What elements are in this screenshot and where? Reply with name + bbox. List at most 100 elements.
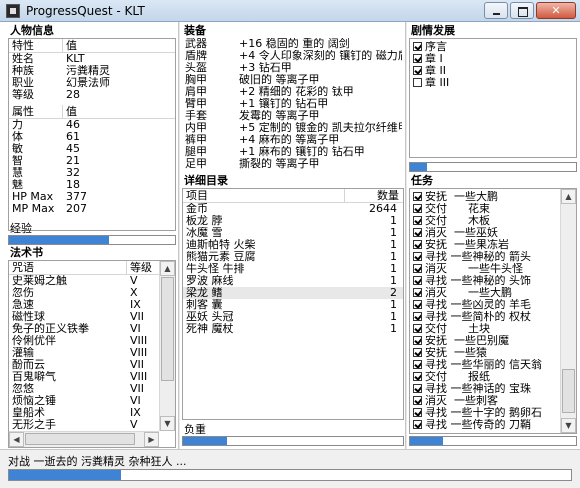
quest-row[interactable]: 寻找 一些传奇的 刀鞘 — [410, 419, 562, 431]
equipment-row[interactable]: 盾牌 +4 令人印象深刻的 镶钉的 磁力盾 — [182, 50, 404, 62]
spell-row[interactable]: 烦恼之锤 VI — [9, 395, 175, 407]
checkbox-checked-icon[interactable] — [413, 252, 422, 261]
value-column-header[interactable]: 值 — [63, 39, 175, 52]
quests-list[interactable]: 安抚 一些大鹏 交付 花束 交付 木板 消灭 一些巫妖 安抚 一些果冻岩 寻找 一些神秘的… — [409, 188, 577, 434]
stat-row[interactable]: 慧 32 — [9, 167, 175, 179]
spell-row[interactable]: 灌输 VIII — [9, 347, 175, 359]
plot-act-row[interactable]: 序言 — [410, 41, 576, 53]
equipment-row[interactable]: 腿甲 +1 麻布的 镶钉的 钻石甲 — [182, 146, 404, 158]
stat-row[interactable]: 体 61 — [9, 131, 175, 143]
checkbox-checked-icon[interactable] — [413, 324, 422, 333]
quest-row[interactable]: 消灭 一些巫妖 — [410, 227, 562, 239]
spellbook-list[interactable]: 咒语 等级 史莱姆之触 V 忽伤 X 急速 IX 磁性球 VII 免子的正义铁拳 VI 伶俐优伴 VI… — [8, 260, 176, 448]
stat-row[interactable]: MP Max 207 — [9, 203, 175, 215]
checkbox-checked-icon[interactable] — [413, 300, 422, 309]
inventory-row[interactable]: 熊猫元素 豆腐 1 — [183, 251, 403, 263]
scroll-up-arrow-icon[interactable]: ▲ — [160, 261, 175, 276]
checkbox-checked-icon[interactable] — [413, 264, 422, 273]
spell-row[interactable]: 免子的正义铁拳 VI — [9, 323, 175, 335]
checkbox-checked-icon[interactable] — [413, 42, 422, 51]
quest-row[interactable]: 寻找 一些华丽的 信天翁 — [410, 359, 562, 371]
inventory-row[interactable]: 梁龙 鳍 2 — [183, 287, 403, 299]
checkbox-checked-icon[interactable] — [413, 276, 422, 285]
stat-row[interactable]: 力 46 — [9, 119, 175, 131]
inventory-row[interactable]: 罗波 麻线 1 — [183, 275, 403, 287]
equipment-row[interactable]: 臂甲 +1 镶钉的 钻石甲 — [182, 98, 404, 110]
checkbox-checked-icon[interactable] — [413, 288, 422, 297]
spell-row[interactable]: 磁性球 VII — [9, 311, 175, 323]
spell-row[interactable]: 无形之手 V — [9, 419, 175, 431]
character-list[interactable]: 特性 值 姓名 KLT 种族 污粪精灵 职业 幻景法师 等级 28 属性 值 力 46 体 61 敏 4… — [8, 38, 176, 231]
checkbox-checked-icon[interactable] — [413, 420, 422, 429]
maximize-button[interactable] — [510, 2, 534, 19]
scroll-thumb[interactable] — [161, 277, 174, 381]
checkbox-checked-icon[interactable] — [413, 66, 422, 75]
inventory-list[interactable]: 项目 数量 金币 2644 板龙 脖 1 冰魔 雪 1 迪斯帕特 火柴 1 熊猫元素 豆腐 1 牛头… — [182, 188, 404, 420]
plot-act-row[interactable]: 章 I — [410, 53, 576, 65]
checkbox-checked-icon[interactable] — [413, 192, 422, 201]
checkbox-checked-icon[interactable] — [413, 240, 422, 249]
trait-row[interactable]: 职业 幻景法师 — [9, 77, 175, 89]
quest-row[interactable]: 寻找 一些神话的 宝珠 — [410, 383, 562, 395]
checkbox-checked-icon[interactable] — [413, 372, 422, 381]
checkbox-checked-icon[interactable] — [413, 204, 422, 213]
checkbox-checked-icon[interactable] — [413, 336, 422, 345]
trait-row[interactable]: 姓名 KLT — [9, 53, 175, 65]
quest-row[interactable]: 交付 报纸 — [410, 371, 562, 383]
inventory-row[interactable]: 牛头怪 牛排 1 — [183, 263, 403, 275]
quest-row[interactable]: 安抚 一些大鹏 — [410, 191, 562, 203]
spell-column-header[interactable]: 咒语 — [9, 261, 127, 274]
spellbook-hscrollbar[interactable]: ◀ ▶ — [9, 431, 159, 447]
equipment-row[interactable]: 头盔 +3 钻石甲 — [182, 62, 404, 74]
checkbox-checked-icon[interactable] — [413, 54, 422, 63]
spell-row[interactable]: 皇船术 IX — [9, 407, 175, 419]
inventory-row[interactable]: 冰魔 雪 1 — [183, 227, 403, 239]
plot-list[interactable]: 序言章 I章 II 章 III — [409, 38, 577, 158]
plot-act-row[interactable]: 章 III — [410, 77, 576, 89]
scroll-down-arrow-icon[interactable]: ▼ — [160, 416, 175, 431]
checkbox-checked-icon[interactable] — [413, 360, 422, 369]
scroll-left-arrow-icon[interactable]: ◀ — [9, 432, 24, 447]
checkbox-checked-icon[interactable] — [413, 408, 422, 417]
item-column-header[interactable]: 项目 — [183, 189, 345, 202]
scroll-up-arrow-icon[interactable]: ▲ — [561, 189, 576, 204]
scroll-right-arrow-icon[interactable]: ▶ — [144, 432, 159, 447]
checkbox-checked-icon[interactable] — [413, 216, 422, 225]
quest-row[interactable]: 寻找 一些神秘的 头饰 — [410, 275, 562, 287]
inventory-row[interactable]: 刺客 囊 1 — [183, 299, 403, 311]
quest-row[interactable]: 交付 花束 — [410, 203, 562, 215]
quest-row[interactable]: 寻找 一些十字的 鹅卵石 — [410, 407, 562, 419]
minimize-button[interactable] — [484, 2, 508, 19]
quantity-column-header[interactable]: 数量 — [345, 189, 403, 202]
equipment-row[interactable]: 手套 发霉的 等离子甲 — [182, 110, 404, 122]
inventory-row[interactable]: 金币 2644 — [183, 203, 403, 215]
spell-row[interactable]: 百鬼噼气 VIII — [9, 371, 175, 383]
spell-row[interactable]: 忽伤 X — [9, 287, 175, 299]
quest-row[interactable]: 寻找 一些简朴的 权杖 — [410, 311, 562, 323]
quest-row[interactable]: 安抚 一些猿 — [410, 347, 562, 359]
equipment-row[interactable]: 内甲 +5 定制的 镀金的 凯夫拉尔纤维甲 — [182, 122, 404, 134]
stat-row[interactable]: 智 21 — [9, 155, 175, 167]
checkbox-checked-icon[interactable] — [413, 348, 422, 357]
checkbox-checked-icon[interactable] — [413, 384, 422, 393]
trait-row[interactable]: 等级 28 — [9, 89, 175, 101]
inventory-row[interactable]: 死神 魔杖 1 — [183, 323, 403, 335]
quest-row[interactable]: 消灭 一些刺客 — [410, 395, 562, 407]
quest-row[interactable]: 安抚 一些果冻岩 — [410, 239, 562, 251]
plot-act-row[interactable]: 章 II — [410, 65, 576, 77]
checkbox-checked-icon[interactable] — [413, 228, 422, 237]
equipment-list[interactable]: 武器 +16 稳固的 重的 阔剑 盾牌 +4 令人印象深刻的 镶钉的 磁力盾 头盔 +3 … — [182, 38, 404, 174]
inventory-row[interactable]: 巫妖 头冠 1 — [183, 311, 403, 323]
equipment-row[interactable]: 武器 +16 稳固的 重的 阔剑 — [182, 38, 404, 50]
spell-row[interactable]: 忽悠 VII — [9, 383, 175, 395]
quest-row[interactable]: 消灭 一些大鹏 — [410, 287, 562, 299]
checkbox-checked-icon[interactable] — [413, 396, 422, 405]
inventory-row[interactable]: 板龙 脖 1 — [183, 215, 403, 227]
hscroll-thumb[interactable] — [25, 433, 135, 445]
quest-row[interactable]: 消灭 一些牛头怪 — [410, 263, 562, 275]
scroll-thumb[interactable] — [562, 369, 575, 413]
spell-row[interactable]: 酚而云 VII — [9, 359, 175, 371]
inventory-row[interactable]: 迪斯帕特 火柴 1 — [183, 239, 403, 251]
stat-row[interactable]: HP Max 377 — [9, 191, 175, 203]
stat-column-header[interactable]: 属性 — [9, 105, 63, 118]
